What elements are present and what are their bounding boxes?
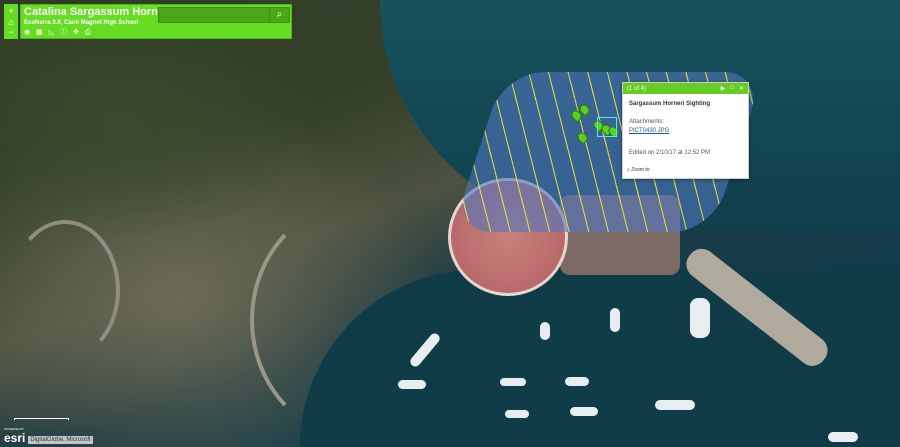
zoom-to-label: Zoom to bbox=[631, 167, 650, 173]
boat bbox=[505, 410, 529, 418]
app-subtitle: EcoNarra 3.0, Clark Magnet High School bbox=[24, 20, 139, 26]
edited-info: Edited on 2/10/17 at 12:52 PM bbox=[629, 150, 711, 156]
toolbar: ◉ ▦ ◺ ⓘ ✥ ⎙ bbox=[24, 29, 91, 37]
boat bbox=[828, 432, 858, 442]
road bbox=[250, 200, 470, 440]
search-box: ⌕ bbox=[158, 7, 290, 26]
next-feature-button[interactable]: ▶ bbox=[721, 85, 726, 92]
home-button[interactable]: ⌂ bbox=[8, 17, 13, 27]
maximize-button[interactable]: □ bbox=[730, 85, 734, 92]
attachment-link[interactable]: PICT0430.JPG bbox=[629, 128, 669, 134]
popup-header: (1 of 4) ▶ □ ✕ bbox=[623, 83, 748, 94]
boat bbox=[690, 298, 710, 338]
boat bbox=[655, 400, 695, 410]
search-input[interactable] bbox=[159, 11, 269, 26]
popup-counter: (1 of 4) bbox=[627, 85, 647, 92]
feature-popup: (1 of 4) ▶ □ ✕ Sargassum Horneri Sightin… bbox=[622, 82, 749, 179]
layers-icon[interactable]: ◉ bbox=[24, 29, 30, 37]
basemap-icon[interactable]: ▦ bbox=[36, 29, 43, 37]
measure-icon[interactable]: ◺ bbox=[49, 29, 54, 37]
scale-bar bbox=[14, 418, 69, 420]
print-icon[interactable]: ⎙ bbox=[85, 29, 91, 37]
boat bbox=[500, 378, 526, 386]
map-view[interactable] bbox=[0, 0, 900, 447]
zoom-to-link[interactable]: ⌕ Zoom to bbox=[627, 167, 650, 173]
zoom-out-button[interactable]: − bbox=[8, 27, 13, 37]
esri-logo[interactable]: esri bbox=[4, 432, 25, 444]
search-icon[interactable]: ⌕ bbox=[269, 8, 289, 22]
zoom-control: + ⌂ − bbox=[4, 4, 18, 39]
selection-highlight bbox=[597, 117, 617, 137]
boat bbox=[398, 380, 426, 389]
boat bbox=[610, 308, 620, 332]
close-button[interactable]: ✕ bbox=[739, 85, 744, 92]
attachments-label: Attachments: bbox=[629, 119, 665, 125]
info-icon[interactable]: ⓘ bbox=[60, 29, 67, 37]
road bbox=[10, 220, 120, 360]
boat bbox=[540, 322, 550, 340]
attribution: POWERED BY esri DigitalGlobe, Microsoft bbox=[4, 427, 93, 444]
popup-title: Sargassum Horneri Sighting bbox=[629, 101, 711, 107]
boat bbox=[565, 377, 589, 386]
zoom-in-button[interactable]: + bbox=[8, 6, 13, 16]
boat bbox=[570, 407, 598, 416]
map-credits: DigitalGlobe, Microsoft bbox=[28, 436, 93, 444]
header-panel: Catalina Sargassum Horneri Survey EcoNar… bbox=[20, 4, 292, 39]
locate-icon[interactable]: ✥ bbox=[73, 29, 79, 37]
powered-by: POWERED BY bbox=[4, 427, 25, 431]
